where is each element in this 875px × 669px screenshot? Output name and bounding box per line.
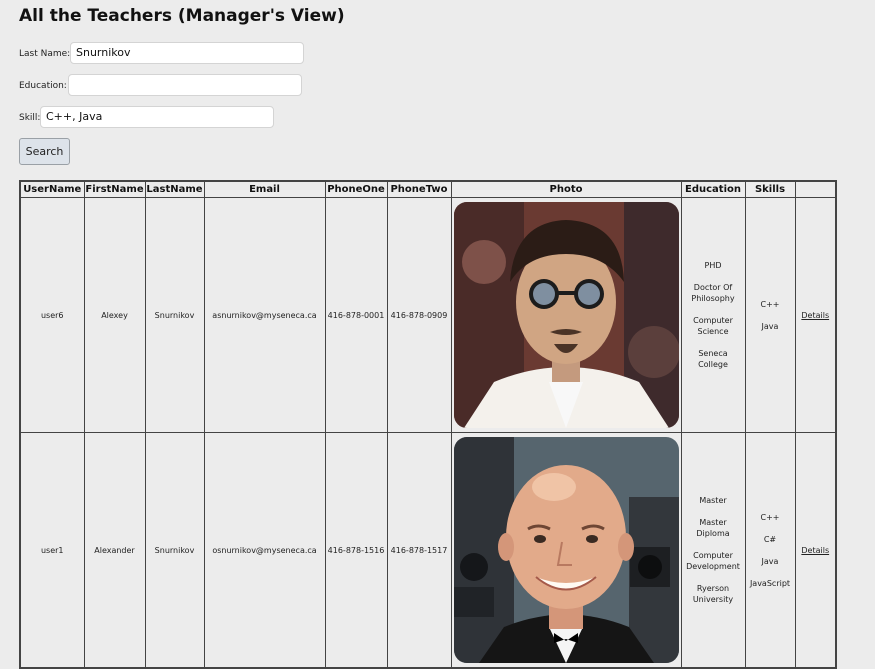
header-education: Education	[680, 180, 746, 198]
education-item: Computer Development	[686, 551, 740, 571]
education-label: Education:	[19, 81, 67, 91]
header-email: Email	[203, 180, 326, 198]
cell-actions: Details	[794, 432, 837, 669]
cell-phone-two: 416-878-1517	[386, 432, 452, 669]
skill-item: Java	[761, 556, 779, 566]
cell-lastname: Snurnikov	[144, 197, 205, 433]
header-phoneone: PhoneOne	[324, 180, 388, 198]
teachers-table: UserName FirstName LastName Email PhoneO…	[19, 180, 837, 669]
header-photo: Photo	[450, 180, 682, 198]
header-phonetwo: PhoneTwo	[386, 180, 452, 198]
header-actions	[794, 180, 837, 198]
education-input[interactable]	[68, 74, 302, 96]
cell-firstname: Alexey	[83, 197, 146, 433]
cell-skills: C++ Java	[744, 197, 796, 433]
last-name-input[interactable]: Snurnikov	[70, 42, 304, 64]
details-link[interactable]: Details	[801, 311, 829, 320]
search-button[interactable]: Search	[19, 138, 70, 165]
education-item: Computer Science	[693, 316, 733, 336]
education-item: Master	[699, 496, 727, 505]
portrait-photo-icon	[453, 437, 679, 663]
cell-photo	[450, 197, 682, 433]
skill-item: C#	[763, 534, 777, 544]
cell-username: user1	[19, 432, 85, 669]
skill-item: C++	[760, 299, 780, 309]
cell-email: osnurnikov@myseneca.ca	[203, 432, 326, 669]
header-lastname: LastName	[144, 180, 205, 198]
education-item: PHD	[704, 261, 722, 270]
header-username: UserName	[19, 180, 85, 198]
page-title: All the Teachers (Manager's View)	[19, 6, 345, 26]
details-link[interactable]: Details	[801, 546, 829, 555]
cell-email: asnurnikov@myseneca.ca	[203, 197, 326, 433]
teacher-photo	[453, 437, 679, 663]
cell-actions: Details	[794, 197, 837, 433]
skill-item: JavaScript	[749, 578, 791, 588]
cell-education: Master Master Diploma Computer Developme…	[680, 432, 746, 669]
cell-education: PHD Doctor Of Philosophy Computer Scienc…	[680, 197, 746, 433]
skill-label: Skill:	[19, 113, 41, 123]
cell-lastname: Snurnikov	[144, 432, 205, 669]
last-name-label: Last Name:	[19, 49, 71, 59]
header-skills: Skills	[744, 180, 796, 198]
table-row: user1 Alexander Snurnikov osnurnikov@mys…	[19, 432, 837, 669]
cell-phone-one: 416-878-0001	[324, 197, 388, 433]
header-firstname: FirstName	[83, 180, 146, 198]
teacher-photo	[453, 202, 679, 428]
education-item: Seneca College	[698, 349, 728, 369]
cell-username: user6	[19, 197, 85, 433]
portrait-photo-icon	[453, 202, 679, 428]
cell-phone-two: 416-878-0909	[386, 197, 452, 433]
education-item: Doctor Of Philosophy	[691, 283, 735, 303]
skill-input[interactable]: C++, Java	[40, 106, 274, 128]
cell-firstname: Alexander	[83, 432, 146, 669]
education-item: Master Diploma	[696, 518, 730, 538]
education-item: Ryerson University	[692, 584, 734, 604]
skill-item: Java	[761, 321, 779, 331]
skill-item: C++	[760, 512, 780, 522]
cell-skills: C++ C# Java JavaScript	[744, 432, 796, 669]
table-header-row: UserName FirstName LastName Email PhoneO…	[19, 180, 837, 198]
cell-photo	[450, 432, 682, 669]
table-row: user6 Alexey Snurnikov asnurnikov@mysene…	[19, 197, 837, 433]
cell-phone-one: 416-878-1516	[324, 432, 388, 669]
